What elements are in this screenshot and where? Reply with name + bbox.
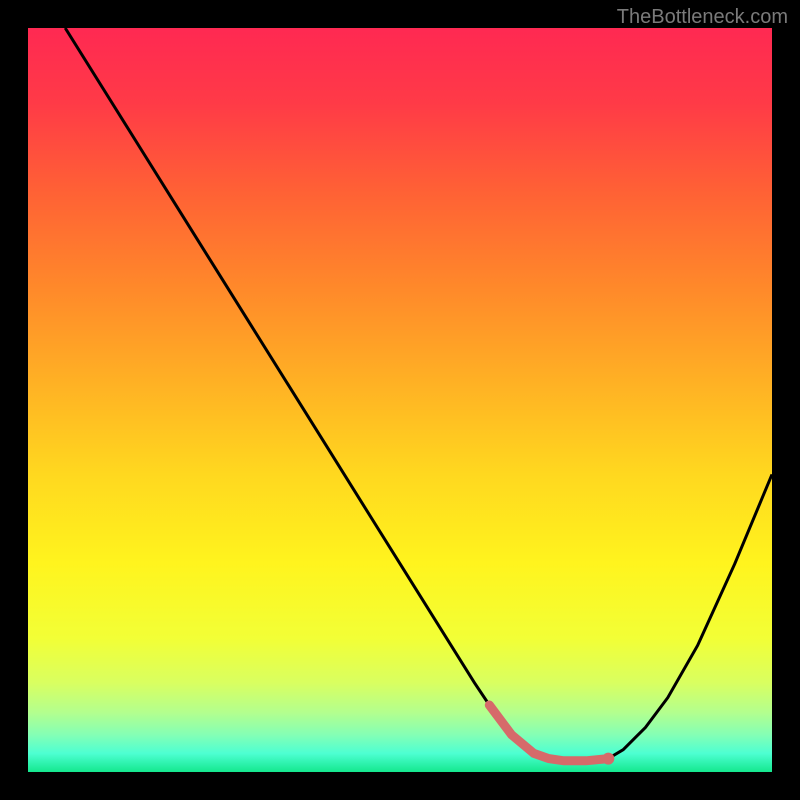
watermark-label: TheBottleneck.com	[617, 6, 788, 29]
chart-area	[28, 28, 772, 772]
highlight-dot	[602, 753, 614, 765]
gradient-background	[28, 28, 772, 772]
chart-svg	[28, 28, 772, 772]
